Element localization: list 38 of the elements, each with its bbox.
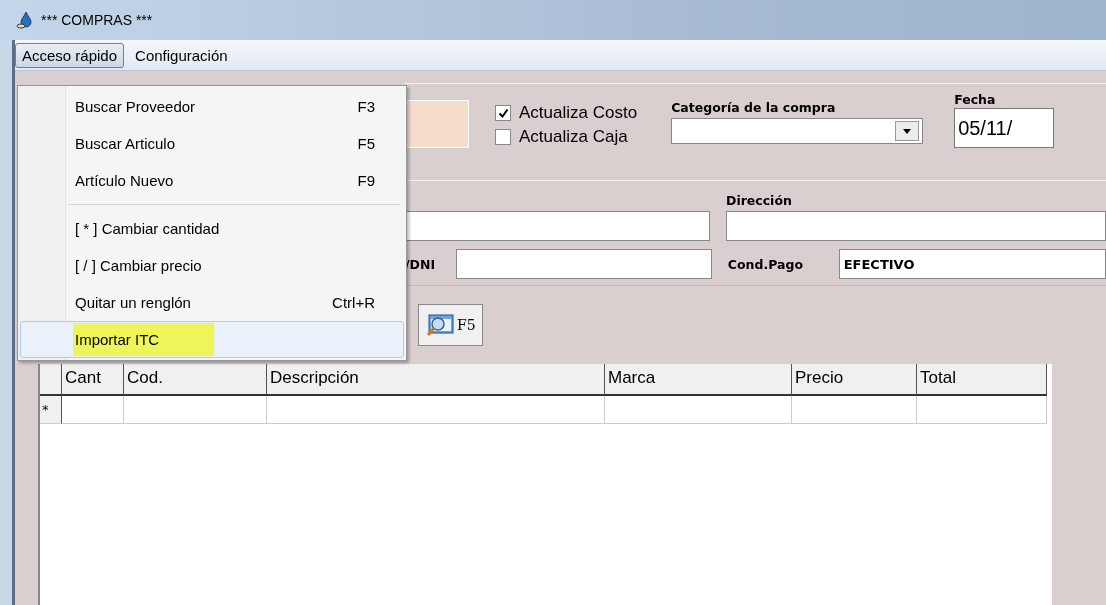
drop-icon [15,10,35,30]
column-header[interactable] [40,364,62,396]
checkbox[interactable] [495,105,511,121]
field-label: Dirección [726,193,793,208]
field-label: Categoría de la compra [671,100,837,115]
menu-item[interactable]: Configuración [128,42,235,68]
column-header[interactable]: Cod. [124,364,267,396]
checkbox-label: Actualiza Costo [519,103,638,123]
checkbox[interactable] [495,129,511,145]
menu-item[interactable]: [ * ] Cambiar cantidad [20,210,404,247]
dni-field[interactable] [456,249,712,279]
column-header[interactable]: Descripción [267,364,605,396]
field-label: Fecha [954,92,997,107]
field-label: Cond.Pago [727,256,804,272]
menu-item[interactable]: Importar ITC [20,321,404,358]
menu-item[interactable]: Quitar un renglón Ctrl+R [20,284,404,321]
window-title: *** COMPRAS *** [41,12,153,28]
checkbox-label: Actualiza Caja [519,127,628,147]
search-button[interactable]: F5 [418,304,483,346]
payment-field[interactable]: EFECTIVO [838,249,1106,279]
dropdown-arrow-icon [903,128,912,134]
address-field[interactable] [726,211,1106,241]
field-label: /DNI [405,256,437,272]
input-field[interactable] [405,211,710,241]
category-dropdown[interactable] [671,118,924,144]
column-header[interactable]: Total [917,364,1047,396]
table-cell: * [40,396,62,424]
menu-item[interactable]: Buscar Proveedor F3 [20,88,404,125]
search-icon [425,312,455,338]
menu-item[interactable]: Acceso rápido [15,42,125,68]
date-field[interactable]: 05/11/ [954,108,1055,148]
column-header[interactable]: Cant [62,364,124,396]
column-header[interactable]: Marca [605,364,792,396]
menu-item[interactable]: Artículo Nuevo F9 [20,162,404,199]
menu-item[interactable]: [ / ] Cambiar precio [20,247,404,284]
table-cell [62,396,124,424]
menu-item[interactable]: Buscar Articulo F5 [20,125,404,162]
column-header[interactable]: Precio [792,364,917,396]
